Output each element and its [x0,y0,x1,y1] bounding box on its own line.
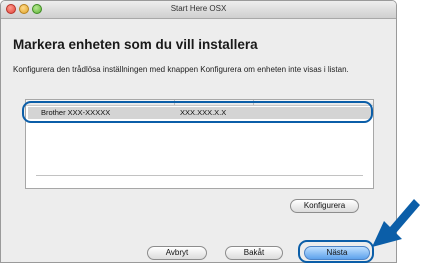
list-footer [36,175,363,184]
page-heading: Markera enheten som du vill installera [13,37,258,52]
title-bar: Start Here OSX [1,1,396,19]
cancel-button[interactable]: Avbryt [147,246,207,260]
back-button[interactable]: Bakåt [225,246,283,260]
instruction-text: Konfigurera den trådlösa inställningen m… [13,65,349,74]
installer-window: Start Here OSX Markera enheten som du vi… [0,0,397,263]
window-title: Start Here OSX [170,4,227,13]
next-button-highlight [298,240,374,263]
pointer-arrow-icon [372,199,420,247]
configure-button[interactable]: Konfigurera [290,199,359,213]
selected-row-highlight [22,101,373,123]
